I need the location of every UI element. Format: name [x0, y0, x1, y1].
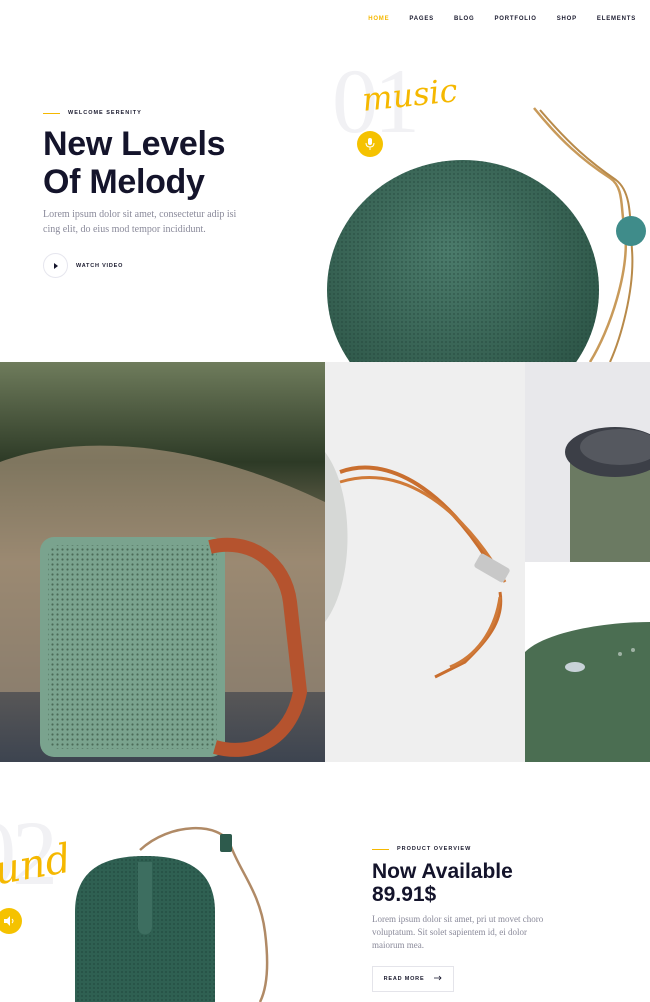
speaker-top-image	[525, 362, 650, 562]
kicker-line	[43, 112, 60, 114]
hero-speaker-image	[327, 107, 646, 362]
watch-video-button[interactable]: WATCH VIDEO	[43, 253, 123, 278]
product-kicker-text: PRODUCT OVERVIEW	[397, 846, 472, 852]
nav-elements[interactable]: ELEMENTS	[587, 16, 646, 22]
arrow-right-icon	[434, 975, 442, 983]
read-more-button[interactable]: READ MORE	[372, 966, 454, 992]
speaker-side-image	[525, 562, 650, 762]
product-kicker: PRODUCT OVERVIEW	[372, 846, 471, 852]
product-title-line1: Now Available	[372, 860, 513, 883]
speaker-icon[interactable]	[0, 908, 22, 934]
nav-pages[interactable]: PAGES	[399, 16, 444, 22]
hero-body: Lorem ipsum dolor sit amet, consectetur …	[43, 209, 237, 235]
product-price: 89.91$	[372, 883, 437, 906]
hero-title: New Levels Of Melody	[43, 125, 303, 201]
leather-strap-image	[325, 362, 525, 762]
product-body: Lorem ipsum dolor sit amet, pri ut movet…	[372, 914, 544, 950]
read-more-label: READ MORE	[383, 976, 425, 982]
hero-kicker-text: WELCOME SERENITY	[68, 110, 142, 116]
nav-blog[interactable]: BLOG	[444, 16, 485, 22]
speaker-on-log-image	[0, 362, 325, 762]
play-icon	[43, 253, 68, 278]
nav-shop[interactable]: SHOP	[547, 16, 587, 22]
product-title: Now Available 89.91$	[372, 860, 592, 906]
nav-home[interactable]: HOME	[358, 16, 399, 22]
watch-video-label: WATCH VIDEO	[76, 262, 124, 269]
product-kicker-line	[372, 848, 389, 850]
product-speaker-image	[75, 826, 269, 1002]
main-nav: HOME PAGES BLOG PORTFOLIO SHOP ELEMENTS	[358, 16, 646, 22]
hero-title-line2: Of Melody	[43, 163, 205, 201]
hero-title-line1: New Levels	[43, 125, 226, 163]
hero-kicker: WELCOME SERENITY	[43, 110, 142, 116]
nav-portfolio[interactable]: PORTFOLIO	[485, 16, 547, 22]
